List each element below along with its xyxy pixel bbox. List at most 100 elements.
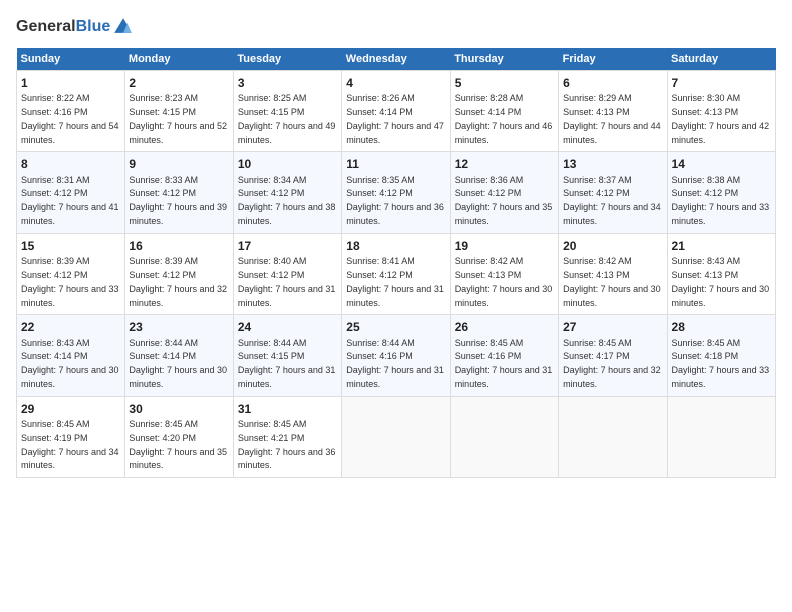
day-cell: 27 Sunrise: 8:45 AMSunset: 4:17 PMDaylig… — [559, 315, 667, 396]
day-cell: 2 Sunrise: 8:23 AMSunset: 4:15 PMDayligh… — [125, 71, 233, 152]
day-number: 27 — [563, 319, 662, 335]
day-info: Sunrise: 8:45 AMSunset: 4:18 PMDaylight:… — [672, 338, 770, 389]
header: GeneralBlue — [16, 16, 776, 38]
week-row-1: 1 Sunrise: 8:22 AMSunset: 4:16 PMDayligh… — [17, 71, 776, 152]
day-number: 11 — [346, 156, 445, 172]
day-cell: 15 Sunrise: 8:39 AMSunset: 4:12 PMDaylig… — [17, 233, 125, 314]
day-info: Sunrise: 8:43 AMSunset: 4:14 PMDaylight:… — [21, 338, 119, 389]
day-number: 28 — [672, 319, 771, 335]
col-header-wednesday: Wednesday — [342, 48, 450, 71]
day-number: 16 — [129, 238, 228, 254]
day-info: Sunrise: 8:26 AMSunset: 4:14 PMDaylight:… — [346, 93, 444, 144]
day-number: 3 — [238, 75, 337, 91]
day-info: Sunrise: 8:39 AMSunset: 4:12 PMDaylight:… — [129, 256, 227, 307]
day-info: Sunrise: 8:39 AMSunset: 4:12 PMDaylight:… — [21, 256, 119, 307]
day-cell: 19 Sunrise: 8:42 AMSunset: 4:13 PMDaylig… — [450, 233, 558, 314]
day-info: Sunrise: 8:38 AMSunset: 4:12 PMDaylight:… — [672, 175, 770, 226]
day-info: Sunrise: 8:44 AMSunset: 4:14 PMDaylight:… — [129, 338, 227, 389]
day-cell — [450, 396, 558, 477]
day-number: 15 — [21, 238, 120, 254]
col-header-saturday: Saturday — [667, 48, 775, 71]
day-number: 22 — [21, 319, 120, 335]
day-info: Sunrise: 8:43 AMSunset: 4:13 PMDaylight:… — [672, 256, 770, 307]
day-number: 31 — [238, 401, 337, 417]
day-cell: 29 Sunrise: 8:45 AMSunset: 4:19 PMDaylig… — [17, 396, 125, 477]
logo: GeneralBlue — [16, 16, 134, 38]
day-cell: 6 Sunrise: 8:29 AMSunset: 4:13 PMDayligh… — [559, 71, 667, 152]
day-number: 12 — [455, 156, 554, 172]
day-cell: 24 Sunrise: 8:44 AMSunset: 4:15 PMDaylig… — [233, 315, 341, 396]
calendar-header-row: SundayMondayTuesdayWednesdayThursdayFrid… — [17, 48, 776, 71]
day-number: 10 — [238, 156, 337, 172]
week-row-3: 15 Sunrise: 8:39 AMSunset: 4:12 PMDaylig… — [17, 233, 776, 314]
day-number: 17 — [238, 238, 337, 254]
day-info: Sunrise: 8:34 AMSunset: 4:12 PMDaylight:… — [238, 175, 336, 226]
day-info: Sunrise: 8:23 AMSunset: 4:15 PMDaylight:… — [129, 93, 227, 144]
day-info: Sunrise: 8:30 AMSunset: 4:13 PMDaylight:… — [672, 93, 770, 144]
day-cell: 9 Sunrise: 8:33 AMSunset: 4:12 PMDayligh… — [125, 152, 233, 233]
col-header-thursday: Thursday — [450, 48, 558, 71]
day-info: Sunrise: 8:22 AMSunset: 4:16 PMDaylight:… — [21, 93, 119, 144]
day-cell: 26 Sunrise: 8:45 AMSunset: 4:16 PMDaylig… — [450, 315, 558, 396]
day-cell: 10 Sunrise: 8:34 AMSunset: 4:12 PMDaylig… — [233, 152, 341, 233]
logo-triangle-icon — [112, 16, 134, 38]
day-cell: 16 Sunrise: 8:39 AMSunset: 4:12 PMDaylig… — [125, 233, 233, 314]
day-number: 8 — [21, 156, 120, 172]
day-number: 1 — [21, 75, 120, 91]
day-info: Sunrise: 8:35 AMSunset: 4:12 PMDaylight:… — [346, 175, 444, 226]
day-cell: 22 Sunrise: 8:43 AMSunset: 4:14 PMDaylig… — [17, 315, 125, 396]
day-cell: 28 Sunrise: 8:45 AMSunset: 4:18 PMDaylig… — [667, 315, 775, 396]
day-cell: 31 Sunrise: 8:45 AMSunset: 4:21 PMDaylig… — [233, 396, 341, 477]
day-number: 5 — [455, 75, 554, 91]
day-info: Sunrise: 8:36 AMSunset: 4:12 PMDaylight:… — [455, 175, 553, 226]
day-cell: 14 Sunrise: 8:38 AMSunset: 4:12 PMDaylig… — [667, 152, 775, 233]
day-number: 18 — [346, 238, 445, 254]
day-cell: 11 Sunrise: 8:35 AMSunset: 4:12 PMDaylig… — [342, 152, 450, 233]
day-cell: 30 Sunrise: 8:45 AMSunset: 4:20 PMDaylig… — [125, 396, 233, 477]
day-info: Sunrise: 8:40 AMSunset: 4:12 PMDaylight:… — [238, 256, 336, 307]
calendar-table: SundayMondayTuesdayWednesdayThursdayFrid… — [16, 48, 776, 478]
week-row-2: 8 Sunrise: 8:31 AMSunset: 4:12 PMDayligh… — [17, 152, 776, 233]
day-cell: 17 Sunrise: 8:40 AMSunset: 4:12 PMDaylig… — [233, 233, 341, 314]
day-cell: 7 Sunrise: 8:30 AMSunset: 4:13 PMDayligh… — [667, 71, 775, 152]
day-cell: 3 Sunrise: 8:25 AMSunset: 4:15 PMDayligh… — [233, 71, 341, 152]
day-info: Sunrise: 8:45 AMSunset: 4:20 PMDaylight:… — [129, 419, 227, 470]
day-cell: 5 Sunrise: 8:28 AMSunset: 4:14 PMDayligh… — [450, 71, 558, 152]
day-info: Sunrise: 8:29 AMSunset: 4:13 PMDaylight:… — [563, 93, 661, 144]
col-header-friday: Friday — [559, 48, 667, 71]
day-cell: 8 Sunrise: 8:31 AMSunset: 4:12 PMDayligh… — [17, 152, 125, 233]
day-cell: 13 Sunrise: 8:37 AMSunset: 4:12 PMDaylig… — [559, 152, 667, 233]
col-header-monday: Monday — [125, 48, 233, 71]
day-cell: 12 Sunrise: 8:36 AMSunset: 4:12 PMDaylig… — [450, 152, 558, 233]
day-number: 29 — [21, 401, 120, 417]
day-number: 6 — [563, 75, 662, 91]
day-cell: 18 Sunrise: 8:41 AMSunset: 4:12 PMDaylig… — [342, 233, 450, 314]
day-number: 2 — [129, 75, 228, 91]
day-cell — [559, 396, 667, 477]
day-info: Sunrise: 8:44 AMSunset: 4:16 PMDaylight:… — [346, 338, 444, 389]
day-info: Sunrise: 8:33 AMSunset: 4:12 PMDaylight:… — [129, 175, 227, 226]
day-number: 24 — [238, 319, 337, 335]
day-number: 25 — [346, 319, 445, 335]
day-info: Sunrise: 8:45 AMSunset: 4:16 PMDaylight:… — [455, 338, 553, 389]
day-number: 9 — [129, 156, 228, 172]
day-cell — [667, 396, 775, 477]
day-info: Sunrise: 8:45 AMSunset: 4:19 PMDaylight:… — [21, 419, 119, 470]
day-number: 14 — [672, 156, 771, 172]
day-number: 23 — [129, 319, 228, 335]
day-cell — [342, 396, 450, 477]
day-number: 20 — [563, 238, 662, 254]
day-info: Sunrise: 8:45 AMSunset: 4:17 PMDaylight:… — [563, 338, 661, 389]
page-container: GeneralBlue SundayMondayTuesdayWednesday… — [0, 0, 792, 486]
day-info: Sunrise: 8:44 AMSunset: 4:15 PMDaylight:… — [238, 338, 336, 389]
day-number: 4 — [346, 75, 445, 91]
day-number: 26 — [455, 319, 554, 335]
day-number: 19 — [455, 238, 554, 254]
day-cell: 23 Sunrise: 8:44 AMSunset: 4:14 PMDaylig… — [125, 315, 233, 396]
day-cell: 1 Sunrise: 8:22 AMSunset: 4:16 PMDayligh… — [17, 71, 125, 152]
day-info: Sunrise: 8:42 AMSunset: 4:13 PMDaylight:… — [455, 256, 553, 307]
day-cell: 21 Sunrise: 8:43 AMSunset: 4:13 PMDaylig… — [667, 233, 775, 314]
col-header-tuesday: Tuesday — [233, 48, 341, 71]
week-row-5: 29 Sunrise: 8:45 AMSunset: 4:19 PMDaylig… — [17, 396, 776, 477]
day-info: Sunrise: 8:25 AMSunset: 4:15 PMDaylight:… — [238, 93, 336, 144]
